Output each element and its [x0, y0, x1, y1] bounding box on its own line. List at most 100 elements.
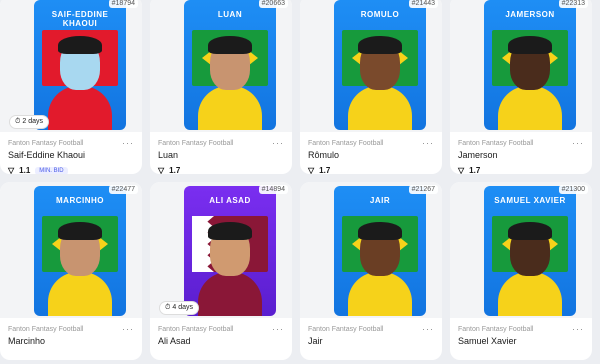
player-hair — [208, 36, 252, 54]
collection-name[interactable]: Fanton Fantasy Football — [158, 140, 284, 147]
card-info: Fanton Fantasy Football ··· Rômulo ▽ 1.7 — [300, 132, 442, 175]
player-card-image: ALI ASAD — [184, 186, 276, 316]
listing-number: #20663 — [258, 0, 288, 8]
player-hair — [508, 36, 552, 54]
player-hair — [358, 222, 402, 240]
card-info: Fanton Fantasy Football ··· Jamerson ▽ 1.… — [450, 132, 592, 175]
listing-number: #22477 — [108, 185, 138, 194]
nft-title[interactable]: Jair — [308, 336, 434, 346]
price-row: ▽ 1.7 — [308, 166, 434, 174]
more-dots-icon[interactable]: ··· — [572, 139, 584, 148]
player-shirt — [498, 272, 562, 316]
price-row: ▽ 1.7 — [458, 166, 584, 174]
collection-name[interactable]: Fanton Fantasy Football — [8, 326, 134, 333]
player-card-image: JAMERSON — [484, 0, 576, 130]
collection-name[interactable]: Fanton Fantasy Football — [158, 326, 284, 333]
more-dots-icon[interactable]: ··· — [572, 325, 584, 334]
card-artwork[interactable]: JAMERSON #22313 — [450, 0, 592, 132]
card-artwork[interactable]: MARCINHO #22477 — [0, 182, 142, 318]
more-dots-icon[interactable]: ··· — [122, 325, 134, 334]
player-shirt — [48, 272, 112, 316]
collection-name[interactable]: Fanton Fantasy Football — [308, 326, 434, 333]
card-info: Fanton Fantasy Football ··· Ali Asad — [150, 318, 292, 360]
diamond-icon: ▽ — [158, 166, 165, 174]
time-left-badge: ⏱ 4 days — [160, 302, 199, 314]
diamond-icon: ▽ — [458, 166, 465, 174]
player-card-image: SAMUEL XAVIER — [484, 186, 576, 316]
player-card-image: SAIF-EDDINE KHAOUI — [34, 0, 126, 130]
listing-number: #22313 — [558, 0, 588, 8]
listing-number: #14894 — [258, 185, 288, 194]
card-artwork[interactable]: ALI ASAD #14894 ⏱ 4 days — [150, 182, 292, 318]
clock-icon: ⏱ — [165, 304, 171, 311]
nft-card[interactable]: JAIR #21267 Fanton Fantasy Football ··· … — [300, 182, 442, 360]
nft-card[interactable]: SAIF-EDDINE KHAOUI #18794 ⏱ 2 days Fanto… — [0, 0, 142, 174]
card-info: Fanton Fantasy Football ··· Jair — [300, 318, 442, 360]
collection-name[interactable]: Fanton Fantasy Football — [458, 140, 584, 147]
diamond-icon: ▽ — [8, 166, 15, 174]
card-artwork[interactable]: JAIR #21267 — [300, 182, 442, 318]
more-dots-icon[interactable]: ··· — [122, 139, 134, 148]
nft-title[interactable]: Luan — [158, 150, 284, 160]
price-value: 1.7 — [469, 166, 481, 174]
clock-icon: ⏱ — [15, 118, 21, 125]
player-hair — [358, 36, 402, 54]
card-artwork[interactable]: LUAN #20663 — [150, 0, 292, 132]
player-card-image: JAIR — [334, 186, 426, 316]
nft-title[interactable]: Samuel Xavier — [458, 336, 584, 346]
collection-name[interactable]: Fanton Fantasy Football — [308, 140, 434, 147]
player-shirt — [498, 86, 562, 130]
player-card-name: SAMUEL XAVIER — [494, 196, 566, 205]
nft-title[interactable]: Rômulo — [308, 150, 434, 160]
nft-card[interactable]: LUAN #20663 Fanton Fantasy Football ··· … — [150, 0, 292, 174]
more-dots-icon[interactable]: ··· — [272, 325, 284, 334]
player-shirt — [198, 86, 262, 130]
nft-title[interactable]: Ali Asad — [158, 336, 284, 346]
nft-card[interactable]: MARCINHO #22477 Fanton Fantasy Football … — [0, 182, 142, 360]
player-shirt — [198, 272, 262, 316]
player-card-name: JAIR — [369, 196, 391, 205]
player-card-name: MARCINHO — [56, 196, 104, 205]
player-shirt — [348, 86, 412, 130]
player-card-name: SAIF-EDDINE KHAOUI — [51, 10, 109, 28]
player-card-image: MARCINHO — [34, 186, 126, 316]
nft-card[interactable]: ALI ASAD #14894 ⏱ 4 days Fanton Fantasy … — [150, 182, 292, 360]
nft-title[interactable]: Saif-Eddine Khaoui — [8, 150, 134, 160]
player-hair — [508, 222, 552, 240]
more-dots-icon[interactable]: ··· — [272, 139, 284, 148]
player-card-name: LUAN — [217, 10, 243, 19]
nft-card[interactable]: SAMUEL XAVIER #21300 Fanton Fantasy Foot… — [450, 182, 592, 360]
more-dots-icon[interactable]: ··· — [422, 325, 434, 334]
player-card-name: JAMERSON — [505, 10, 555, 19]
player-card-name: ALI ASAD — [209, 196, 251, 205]
price-row: ▽ 1.1 MIN. BID — [8, 166, 134, 174]
card-info: Fanton Fantasy Football ··· Saif-Eddine … — [0, 132, 142, 174]
card-artwork[interactable]: ROMULO #21443 — [300, 0, 442, 132]
card-artwork[interactable]: SAMUEL XAVIER #21300 — [450, 182, 592, 318]
listing-number: #21267 — [408, 185, 438, 194]
min-bid-chip: MIN. BID — [35, 166, 68, 174]
player-card-image: ROMULO — [334, 0, 426, 130]
player-shirt — [48, 86, 112, 130]
price-value: 1.7 — [169, 166, 181, 174]
card-info: Fanton Fantasy Football ··· Marcinho — [0, 318, 142, 360]
nft-grid: SAIF-EDDINE KHAOUI #18794 ⏱ 2 days Fanto… — [0, 0, 600, 364]
nft-card[interactable]: JAMERSON #22313 Fanton Fantasy Football … — [450, 0, 592, 174]
collection-name[interactable]: Fanton Fantasy Football — [8, 140, 134, 147]
price-row: ▽ 1.7 — [158, 166, 284, 174]
player-card-name: ROMULO — [360, 10, 400, 19]
nft-card[interactable]: ROMULO #21443 Fanton Fantasy Football ··… — [300, 0, 442, 174]
listing-number: #21443 — [408, 0, 438, 8]
card-info: Fanton Fantasy Football ··· Samuel Xavie… — [450, 318, 592, 360]
time-left-badge: ⏱ 2 days — [10, 116, 49, 128]
nft-title[interactable]: Marcinho — [8, 336, 134, 346]
listing-number: #18794 — [108, 0, 138, 8]
player-hair — [58, 222, 102, 240]
price-value: 1.1 — [19, 166, 31, 174]
more-dots-icon[interactable]: ··· — [422, 139, 434, 148]
player-hair — [208, 222, 252, 240]
nft-title[interactable]: Jamerson — [458, 150, 584, 160]
card-artwork[interactable]: SAIF-EDDINE KHAOUI #18794 ⏱ 2 days — [0, 0, 142, 132]
collection-name[interactable]: Fanton Fantasy Football — [458, 326, 584, 333]
diamond-icon: ▽ — [308, 166, 315, 174]
